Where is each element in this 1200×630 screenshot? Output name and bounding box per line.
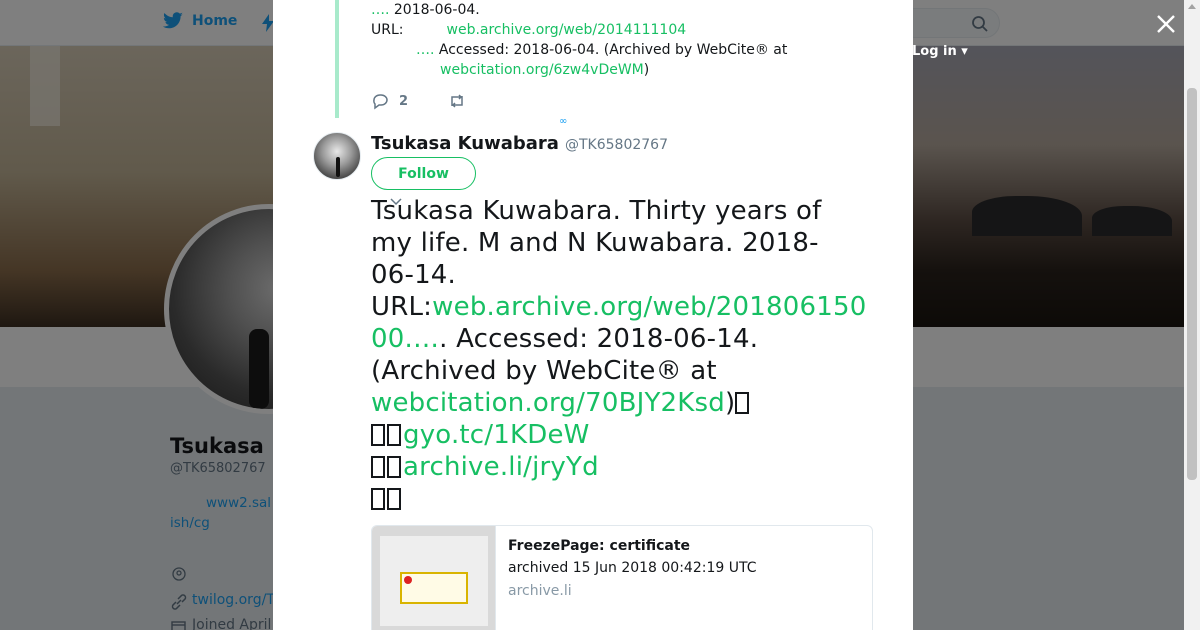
tweet-permalink-modal: …. 2018-06-04. URL: web.archive.org/web/2… [273, 0, 913, 630]
card-domain: archive.li [508, 583, 572, 599]
previous-tweet-ellipsis-link[interactable]: …. [371, 2, 389, 18]
scrollbar-thumb[interactable] [1187, 88, 1197, 480]
link-preview-card[interactable]: FreezePage: certificate archived 15 Jun … [371, 525, 873, 630]
retweet-icon [451, 94, 463, 108]
conversation-thread-line [335, 0, 339, 118]
card-title: FreezePage: certificate [508, 538, 691, 554]
missing-glyph-icon [387, 488, 401, 510]
tweet-text-line: URL:web.archive.org/web/201806150 [371, 291, 876, 323]
previous-tweet-date: 2018-06-04. [389, 2, 480, 18]
previous-tweet-url-label: URL: [371, 22, 404, 38]
tweet-text: Tsukasa Kuwabara. Thirty years of my lif… [371, 195, 876, 515]
tweet-text-line: gyo.tc/1KDeW [371, 419, 876, 451]
tweet-text-line: 00.…. Accessed: 2018-06-14. [371, 323, 876, 355]
previous-tweet-archive-link[interactable]: web.archive.org/web/2014111104 [447, 22, 687, 38]
missing-glyph-icon [371, 456, 385, 478]
follow-button[interactable]: Follow [371, 157, 476, 190]
missing-glyph-icon [387, 456, 401, 478]
tweet-author-avatar[interactable] [313, 132, 361, 180]
reply-count: 2 [399, 93, 409, 109]
page-scrollbar[interactable] [1184, 0, 1200, 630]
thumbnail-alert-icon [404, 576, 412, 584]
tweet-webcite-link[interactable]: webcitation.org/70BJY2Ksd [371, 388, 725, 418]
previous-tweet-accessed: Accessed: 2018-06-04. (Archived by WebCi… [434, 42, 788, 58]
card-body: FreezePage: certificate archived 15 Jun … [496, 526, 768, 630]
previous-tweet-line: …. 2018-06-04. [371, 0, 480, 20]
tweet-text-line [371, 483, 876, 515]
previous-tweet-actions: 2 [371, 92, 506, 110]
tweet-text-line: my life. M and N Kuwabara. 2018- [371, 228, 819, 258]
tweet-author-name[interactable]: Tsukasa Kuwabara [371, 133, 559, 154]
tweet-archive-link-end[interactable]: 00.… [371, 324, 439, 354]
tweet-close-paren: ) [725, 388, 736, 418]
tweet-author-handle[interactable]: @TK65802767 [565, 137, 668, 153]
previous-tweet-webcite-link[interactable]: webcitation.org/6zw4vDeWM [440, 62, 644, 78]
missing-glyph-icon [371, 424, 385, 446]
login-label: Log in [912, 44, 957, 59]
previous-tweet-line: URL: web.archive.org/web/2014111104 [371, 20, 686, 40]
tweet-text-line: archive.li/jryYd [371, 451, 876, 483]
tweet-text-line: 06-14. [371, 260, 457, 290]
avatar-pipe [336, 157, 340, 177]
previous-tweet-line: …. Accessed: 2018-06-04. (Archived by We… [416, 40, 787, 60]
previous-tweet-line: webcitation.org/6zw4vDeWM) [440, 60, 649, 80]
missing-glyph-icon [371, 488, 385, 510]
tweet-url-label: URL: [371, 292, 433, 322]
tweet-archive-li-link[interactable]: archive.li/jryYd [403, 452, 599, 482]
previous-tweet-close-paren: ) [643, 62, 650, 78]
tweet-archive-link[interactable]: web.archive.org/web/201806150 [432, 292, 866, 322]
missing-glyph-icon [387, 424, 401, 446]
reply-icon [373, 94, 388, 110]
close-icon[interactable] [1152, 10, 1180, 38]
previous-tweet-ellipsis-link[interactable]: …. [416, 42, 434, 58]
card-description: archived 15 Jun 2018 00:42:19 UTC [508, 560, 757, 576]
retweet-button[interactable] [448, 92, 466, 110]
scroll-up-arrow-icon[interactable] [1188, 4, 1196, 9]
login-menu[interactable]: Log in ▾ [912, 44, 968, 59]
missing-glyph-icon [735, 392, 750, 414]
tweet-gyotaku-link[interactable]: gyo.tc/1KDeW [403, 420, 590, 450]
thread-separator-icon: ∞ [559, 116, 568, 127]
reply-button[interactable]: 2 [371, 92, 408, 110]
tweet-text-line: (Archived by WebCite® at [371, 356, 717, 386]
tweet-text-line: webcitation.org/70BJY2Ksd) [371, 387, 876, 419]
tweet-accessed-text: . Accessed: 2018-06-14. [439, 324, 759, 354]
tweet-text-line: Tsukasa Kuwabara. Thirty years of [371, 196, 822, 226]
card-thumbnail [372, 526, 496, 630]
